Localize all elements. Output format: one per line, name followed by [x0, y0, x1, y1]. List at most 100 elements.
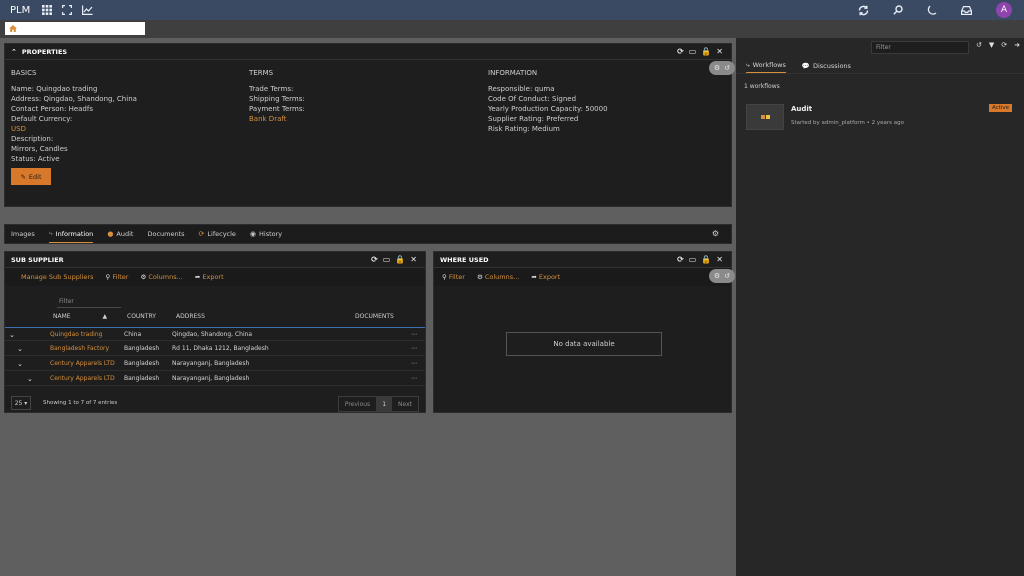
- panel-tools: ⟳ ▭ 🔒 ✕: [677, 255, 723, 264]
- filter-button[interactable]: ⚲ Filter: [106, 273, 129, 281]
- basics-title: BASICS: [11, 69, 37, 77]
- chevron-down-icon[interactable]: ⌄: [17, 357, 23, 371]
- chevron-down-icon[interactable]: ⌄: [17, 342, 23, 356]
- filter-icon: ⚲: [442, 273, 447, 281]
- information-title: INFORMATION: [488, 69, 538, 77]
- filter-button[interactable]: ⚲ Filter: [442, 273, 465, 281]
- tab-workflows[interactable]: ⤷ Workflows: [746, 58, 786, 73]
- theme-moon-icon[interactable]: [927, 5, 937, 15]
- right-sidebar: Filter ↺ ▼ ⟳ ➜ ⤷ Workflows 💬 Discussions 1…: [736, 38, 1024, 576]
- row-name[interactable]: Century Apparels LTD: [50, 357, 115, 371]
- tab-images[interactable]: Images: [11, 225, 35, 243]
- sync-icon[interactable]: [858, 5, 869, 16]
- tab-label: Discussions: [812, 61, 851, 70]
- maximize-icon[interactable]: ▭: [689, 47, 697, 56]
- columns-label: Columns...: [484, 273, 520, 281]
- refresh-icon[interactable]: ⟳: [677, 255, 684, 264]
- workflow-thumbnail[interactable]: [746, 104, 784, 130]
- tabs-settings-icon[interactable]: ⚙: [712, 229, 719, 238]
- where-used-panel: WHERE USED ⟳ ▭ 🔒 ✕ ⚙ ↺ ⚲ Filter ⚙ Column…: [433, 251, 735, 413]
- row-name[interactable]: Century Apparels LTD: [50, 372, 115, 386]
- lock-icon[interactable]: 🔒: [701, 255, 711, 264]
- chevron-down-icon[interactable]: ⌄: [27, 372, 33, 386]
- tab-lifecycle[interactable]: ⟳ Lifecycle: [199, 225, 236, 243]
- table-filter-input[interactable]: Filter: [57, 296, 121, 308]
- columns-button[interactable]: ⚙ Columns...: [140, 273, 182, 281]
- more-icon[interactable]: ⋯: [411, 372, 417, 386]
- close-icon[interactable]: ✕: [716, 255, 723, 264]
- row-address: Qingdao, Shandong, China: [172, 331, 253, 338]
- basics-currency-value: USD: [11, 125, 26, 133]
- app-brand[interactable]: PLM: [10, 5, 30, 16]
- column-header-documents[interactable]: DOCUMENTS: [355, 313, 394, 320]
- home-icon[interactable]: [9, 25, 17, 32]
- chevron-down-icon[interactable]: ⌄: [9, 328, 15, 342]
- maximize-icon[interactable]: ▭: [689, 255, 697, 264]
- tab-discussions[interactable]: 💬 Discussions: [802, 58, 851, 73]
- close-icon[interactable]: ✕: [410, 255, 417, 264]
- table-row[interactable]: ⌄ Quingdao trading China Qingdao, Shando…: [5, 327, 425, 341]
- filter-icon[interactable]: ▼: [989, 41, 994, 49]
- settings-icon[interactable]: ⚙: [714, 272, 720, 280]
- gear-icon: ⚙: [476, 273, 483, 281]
- table-row[interactable]: ⌄ Century Apparels LTD Bangladesh Naraya…: [5, 372, 425, 386]
- export-button[interactable]: ➦ Export: [195, 273, 224, 281]
- previous-page-button[interactable]: Previous: [339, 397, 376, 411]
- inbox-icon[interactable]: [961, 5, 972, 15]
- tab-information[interactable]: ⤷ Information: [48, 225, 94, 243]
- analytics-icon[interactable]: [82, 5, 93, 15]
- basics-address: Address: Qingdao, Shandong, China: [11, 95, 137, 103]
- page-size-select[interactable]: 25 ▾: [11, 396, 31, 410]
- gear-icon: ⚙: [140, 273, 147, 281]
- refresh-icon[interactable]: ⟳: [1001, 41, 1007, 49]
- tab-history[interactable]: ◉ History: [250, 225, 282, 243]
- panel-title: SUB SUPPLIER: [11, 255, 64, 264]
- undo-icon[interactable]: ↺: [724, 272, 730, 280]
- fullscreen-icon[interactable]: [62, 5, 73, 15]
- row-name[interactable]: Quingdao trading: [50, 328, 102, 342]
- table-row[interactable]: ⌄ Bangladesh Factory Bangladesh Rd 11, D…: [5, 342, 425, 356]
- row-country: China: [124, 331, 142, 338]
- current-page-button[interactable]: 1: [376, 397, 393, 411]
- arrow-right-icon[interactable]: ➜: [1014, 41, 1020, 49]
- refresh-icon[interactable]: ⟳: [371, 255, 378, 264]
- basics-status: Status: Active: [11, 155, 60, 163]
- manage-sub-suppliers-button[interactable]: Manage Sub Suppliers: [21, 273, 94, 281]
- properties-header: ⌃ PROPERTIES ⟳ ▭ 🔒 ✕: [5, 44, 731, 60]
- filter-icon: ⚲: [105, 273, 111, 281]
- history-icon: ◉: [249, 230, 257, 238]
- undo-icon[interactable]: ↺: [724, 64, 730, 72]
- export-button[interactable]: ➦ Export: [531, 273, 560, 281]
- lifecycle-icon: ⟳: [198, 230, 205, 238]
- row-name[interactable]: Bangladesh Factory: [50, 342, 109, 356]
- undo-icon[interactable]: ↺: [976, 41, 982, 49]
- more-icon[interactable]: ⋯: [411, 328, 417, 342]
- basics-description-value: Mirrors, Candles: [11, 145, 68, 153]
- refresh-icon[interactable]: ⟳: [677, 47, 684, 56]
- column-header-name[interactable]: NAME ▲: [53, 313, 107, 320]
- table-row[interactable]: ⌄ Century Apparels LTD Bangladesh Naraya…: [5, 357, 425, 371]
- more-icon[interactable]: ⋯: [411, 342, 417, 356]
- tab-label: Documents: [147, 230, 185, 238]
- edit-button[interactable]: ✎ Edit: [11, 168, 51, 185]
- page-size-value: 25: [14, 399, 23, 407]
- grid-icon[interactable]: [42, 5, 53, 15]
- column-header-address[interactable]: ADDRESS: [176, 313, 205, 320]
- column-header-country[interactable]: COUNTRY: [127, 313, 156, 320]
- close-icon[interactable]: ✕: [716, 47, 723, 56]
- settings-icon[interactable]: ⚙: [714, 64, 720, 72]
- maximize-icon[interactable]: ▭: [383, 255, 391, 264]
- columns-button[interactable]: ⚙ Columns...: [477, 273, 519, 281]
- workflow-title[interactable]: Audit: [791, 105, 812, 113]
- lock-icon[interactable]: 🔒: [701, 47, 711, 56]
- next-page-button[interactable]: Next: [392, 397, 418, 411]
- more-icon[interactable]: ⋯: [411, 357, 417, 371]
- lock-icon[interactable]: 🔒: [395, 255, 405, 264]
- tab-documents[interactable]: Documents: [147, 225, 184, 243]
- tab-audit[interactable]: ● Audit: [107, 225, 133, 243]
- sidebar-filter-input[interactable]: Filter: [871, 41, 969, 54]
- export-label: Export: [538, 273, 561, 281]
- user-avatar[interactable]: A: [996, 2, 1012, 18]
- search-icon[interactable]: [893, 5, 903, 15]
- collapse-chevron-icon[interactable]: ⌃: [11, 48, 17, 56]
